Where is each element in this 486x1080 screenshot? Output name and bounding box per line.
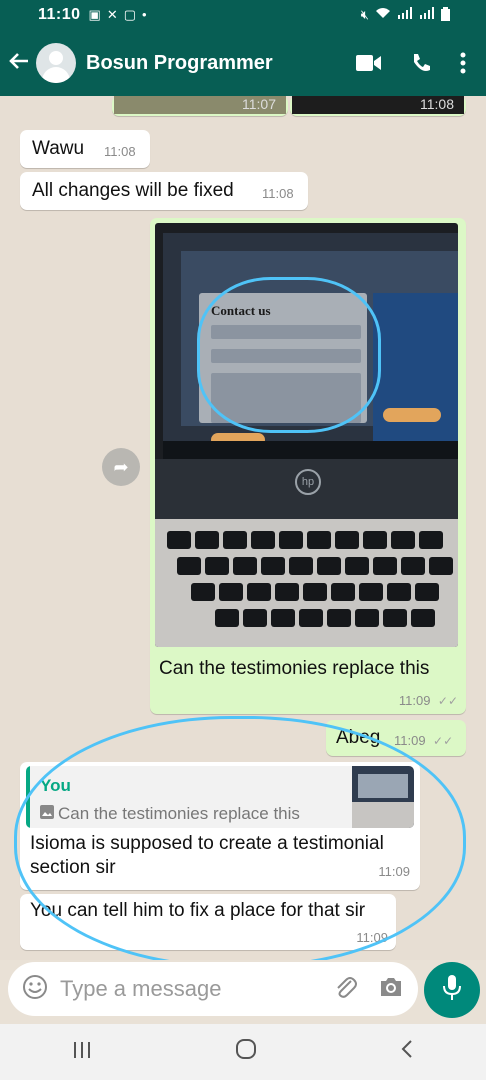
message-composer: Type a message <box>8 962 418 1016</box>
home-icon[interactable] <box>235 1038 257 1066</box>
image-caption: Can the testimonies replace this <box>159 658 430 679</box>
forward-icon: ➦ <box>113 456 129 477</box>
read-ticks-icon: ✓✓ <box>437 694 458 708</box>
system-nav-bar <box>0 1024 486 1080</box>
message-bubble-prev-2[interactable]: 11:08 <box>290 96 466 116</box>
microphone-icon <box>441 974 463 1007</box>
avatar[interactable] <box>36 43 76 83</box>
battery-icon <box>441 6 450 24</box>
annotation-circle <box>197 277 381 433</box>
message-bubble-incoming[interactable]: All changes will be fixed 11:08 <box>20 172 308 210</box>
app-icon: ▢ <box>123 7 137 22</box>
message-time: 11:09 <box>394 733 426 748</box>
contact-name[interactable]: Bosun Programmer <box>86 52 273 75</box>
message-input[interactable]: Type a message <box>60 976 221 1002</box>
missed-call-icon: ✕ <box>106 7 118 22</box>
signal-icon <box>419 6 435 24</box>
message-time: 11:08 <box>262 186 294 201</box>
read-ticks-icon: ✓✓ <box>433 734 454 748</box>
voice-call-icon[interactable] <box>410 52 432 74</box>
annotation-ellipse <box>14 716 466 960</box>
message-bubble-prev-1[interactable]: 11:07 <box>112 96 288 116</box>
more-options-icon[interactable] <box>460 52 466 74</box>
back-icon[interactable] <box>400 1039 414 1065</box>
camera-icon[interactable] <box>378 976 404 1003</box>
wifi-icon <box>375 7 391 24</box>
image-thumbnail[interactable]: 11:08 <box>292 96 464 114</box>
image-thumbnail[interactable]: 11:07 <box>114 96 286 114</box>
status-bar: 11:10 ▣ ✕ ▢ • 🔇︎ <box>0 0 486 30</box>
back-arrow-icon[interactable] <box>8 48 34 79</box>
hp-logo: hp <box>295 469 321 495</box>
message-time: 11:08 <box>104 144 136 159</box>
forward-button[interactable]: ➦ <box>102 448 140 486</box>
image-attachment[interactable]: Contact us hp <box>155 223 458 647</box>
emoji-icon[interactable] <box>22 974 48 1005</box>
message-bubble-incoming[interactable]: Wawu 11:08 <box>20 130 150 168</box>
attach-icon[interactable] <box>332 974 358 1005</box>
chat-header: Bosun Programmer <box>0 30 486 96</box>
voice-record-button[interactable] <box>424 962 480 1018</box>
message-list[interactable]: 11:07 11:08 Wawu 11:08 All changes will … <box>0 96 486 960</box>
image-icon: ▣ <box>88 7 101 22</box>
message-time: 11:09 <box>398 693 431 708</box>
mute-icon: 🔇︎ <box>360 6 369 22</box>
dot-icon: • <box>142 7 147 22</box>
video-call-icon[interactable] <box>356 54 382 72</box>
status-time: 11:10 <box>38 6 81 23</box>
recents-icon[interactable] <box>72 1039 92 1065</box>
message-bubble-image[interactable]: Contact us hp Can the testimonies replac… <box>150 218 466 714</box>
signal-icon <box>397 6 413 24</box>
